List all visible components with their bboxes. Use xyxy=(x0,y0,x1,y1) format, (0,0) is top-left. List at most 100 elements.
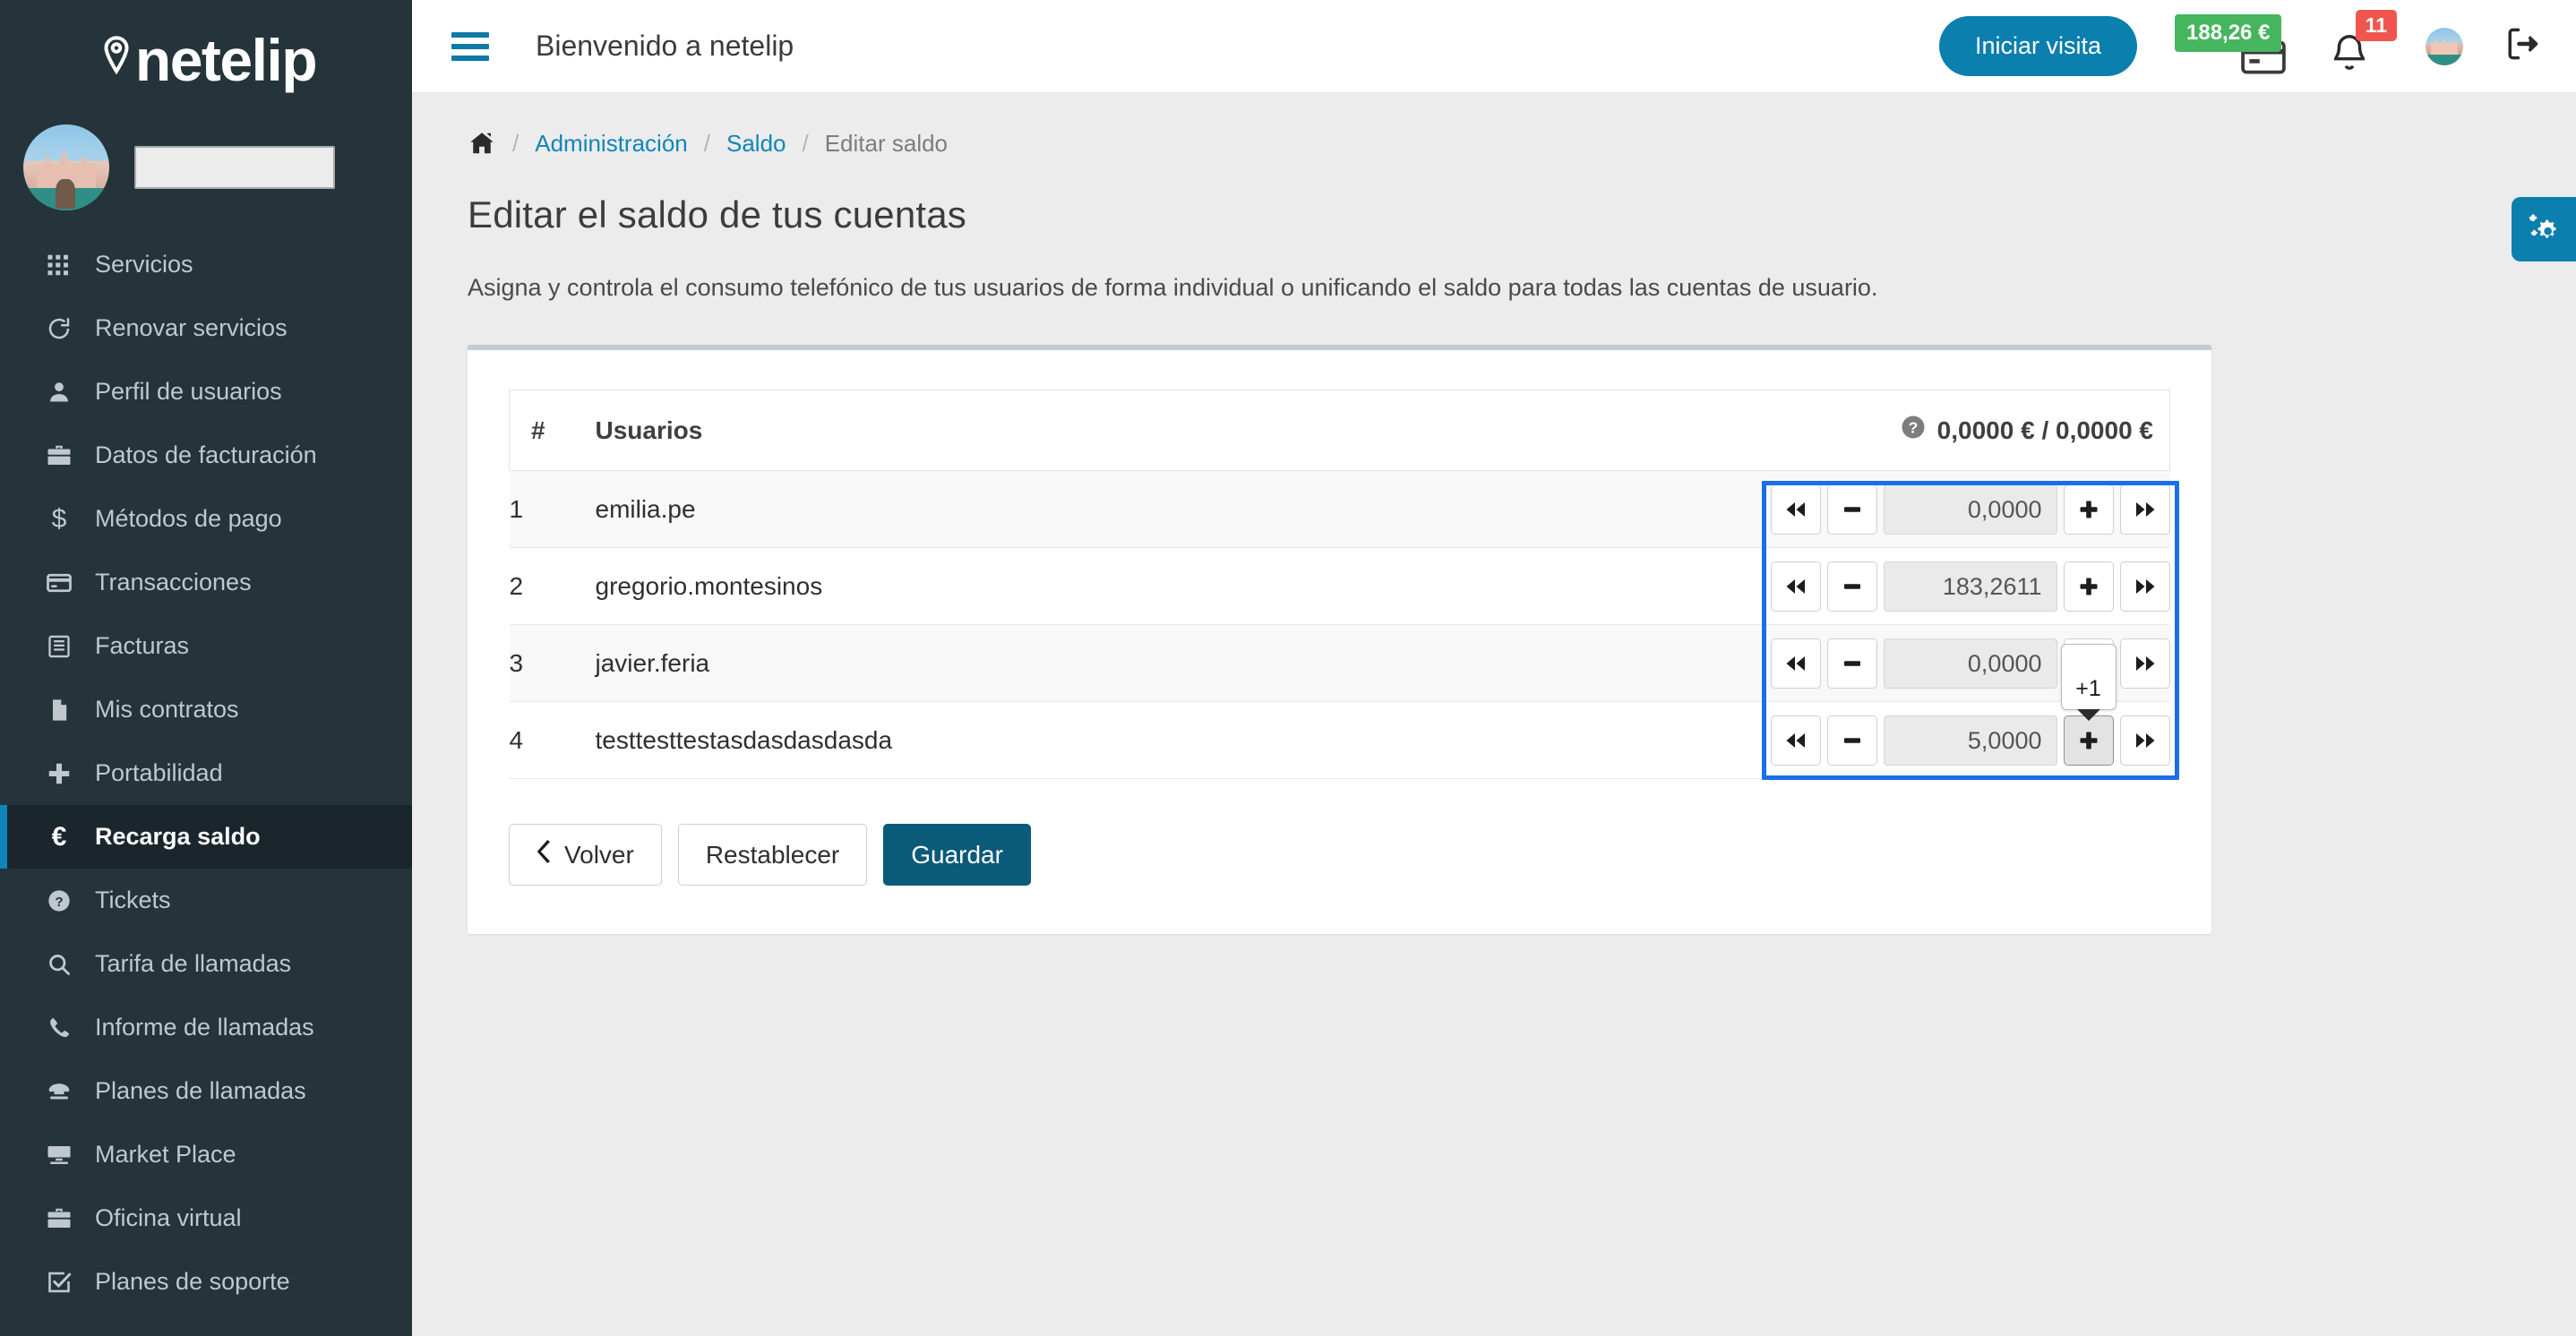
page-welcome-title: Bienvenido a netelip xyxy=(536,30,794,62)
fast-backward-icon[interactable] xyxy=(1770,638,1821,689)
brand-logo[interactable]: netelip xyxy=(0,0,412,115)
sidebar-item-label: Servicios xyxy=(95,251,193,278)
row-username: javier.feria xyxy=(595,624,1330,702)
sidebar-item-metodos-de-pago[interactable]: $ Métodos de pago xyxy=(0,487,412,551)
cogs-icon[interactable] xyxy=(2512,197,2576,261)
balance-input[interactable]: 183,2611 xyxy=(1883,561,2057,612)
plus-icon[interactable] xyxy=(2063,715,2114,766)
question-circle-icon[interactable]: ? xyxy=(1900,414,1927,447)
search-icon xyxy=(39,952,79,977)
balance-spinner: 183,2611 xyxy=(1770,561,2170,612)
table-row: 4 testtesttestasdasdasdasda 5,0000 xyxy=(509,701,2170,779)
search-input[interactable] xyxy=(134,146,335,189)
sidebar-item-transacciones[interactable]: Transacciones xyxy=(0,551,412,614)
sidebar-item-servicios[interactable]: Servicios xyxy=(0,233,412,296)
breadcrumb: / Administración / Saldo / Editar saldo xyxy=(412,93,2576,158)
balance-input[interactable]: 0,0000 xyxy=(1883,484,2057,535)
plus-icon[interactable] xyxy=(2063,561,2114,612)
balance-input[interactable]: 5,0000 xyxy=(1883,715,2057,766)
topbar-actions: Iniciar visita 188,26 € 11 xyxy=(1938,9,2542,79)
balance-spinner: 0,0000 xyxy=(1770,484,2170,535)
table-row: 1 emilia.pe 0,0000 xyxy=(509,470,2170,548)
logout-icon[interactable] xyxy=(2503,24,2542,68)
increment-tooltip: +1 xyxy=(2060,643,2117,710)
sidebar-item-label: Transacciones xyxy=(95,569,252,595)
sidebar-item-facturas[interactable]: Facturas xyxy=(0,614,412,678)
fast-forward-icon[interactable] xyxy=(2119,484,2170,535)
app-root: netelip Servicios Renovar servicios Perf… xyxy=(0,0,2576,1336)
sidebar-item-planes-de-llamadas[interactable]: Planes de llamadas xyxy=(0,1059,412,1123)
row-index: 2 xyxy=(509,547,596,625)
avatar[interactable] xyxy=(23,124,109,210)
minus-icon[interactable] xyxy=(1826,484,1877,535)
user-icon xyxy=(39,380,79,405)
balance-indicator[interactable]: 188,26 € xyxy=(2175,13,2286,79)
sidebar-item-mis-contratos[interactable]: Mis contratos xyxy=(0,678,412,741)
sidebar-item-label: Planes de llamadas xyxy=(95,1077,306,1104)
sidebar-item-label: Planes de soporte xyxy=(95,1268,290,1295)
row-index: 4 xyxy=(509,701,596,779)
save-button[interactable]: Guardar xyxy=(883,824,1031,886)
breadcrumb-item-saldo[interactable]: Saldo xyxy=(726,130,786,158)
back-button-label: Volver xyxy=(564,840,634,869)
sidebar-item-market-place[interactable]: Market Place xyxy=(0,1123,412,1186)
notifications-button[interactable]: 11 xyxy=(2329,9,2397,78)
table-body: 1 emilia.pe 0,0000 2 gregorio.montesinos… xyxy=(509,470,2170,779)
iniciar-visita-button[interactable]: Iniciar visita xyxy=(1938,16,2137,76)
plus-icon xyxy=(39,760,79,787)
breadcrumb-separator: / xyxy=(512,129,519,157)
minus-icon[interactable] xyxy=(1826,715,1877,766)
hamburger-icon[interactable] xyxy=(451,31,489,61)
sidebar-item-perfil-de-usuarios[interactable]: Perfil de usuarios xyxy=(0,360,412,424)
fast-backward-icon[interactable] xyxy=(1770,484,1821,535)
telephone-icon xyxy=(39,1078,79,1105)
column-header-total: ? 0,0000 € / 0,0000 € xyxy=(1329,390,2170,471)
document-icon xyxy=(39,698,79,723)
table-header-row: # Usuarios ? 0,0000 € / 0,0000 € xyxy=(509,390,2170,471)
sidebar-item-label: Oficina virtual xyxy=(95,1204,242,1231)
location-pin-icon xyxy=(104,35,129,74)
balance-spinner: 5,0000 xyxy=(1770,715,2170,766)
phone-icon xyxy=(39,1015,79,1041)
reset-button[interactable]: Restablecer xyxy=(677,824,868,886)
back-button[interactable]: Volver xyxy=(509,824,662,886)
balance-amount: 188,26 € xyxy=(2175,13,2282,52)
dollar-icon: $ xyxy=(51,503,67,534)
sidebar-item-label: Mis contratos xyxy=(95,696,239,723)
sidebar-item-informe-de-llamadas[interactable]: Informe de llamadas xyxy=(0,996,412,1059)
minus-icon[interactable] xyxy=(1826,638,1877,689)
fast-forward-icon[interactable] xyxy=(2119,638,2170,689)
home-icon[interactable] xyxy=(468,129,496,158)
sidebar-item-recarga-saldo[interactable]: € Recarga saldo xyxy=(0,805,412,869)
row-balance-controls: 183,2611 xyxy=(1329,547,2170,625)
sidebar-item-label: Informe de llamadas xyxy=(95,1014,314,1041)
sidebar-item-planes-de-soporte[interactable]: Planes de soporte xyxy=(0,1250,412,1314)
balance-input[interactable]: 0,0000 xyxy=(1883,638,2057,689)
sidebar-item-renovar-servicios[interactable]: Renovar servicios xyxy=(0,296,412,360)
fast-backward-icon[interactable] xyxy=(1770,715,1821,766)
row-balance-controls: 0,0000 xyxy=(1329,624,2170,702)
sidebar-item-oficina-virtual[interactable]: Oficina virtual xyxy=(0,1186,412,1250)
sidebar-item-datos-de-facturacion[interactable]: Datos de facturación xyxy=(0,424,412,487)
total-balance-value: 0,0000 € / 0,0000 € xyxy=(1936,415,2153,444)
sidebar-item-tarifa-de-llamadas[interactable]: Tarifa de llamadas xyxy=(0,932,412,996)
breadcrumb-item-editar-saldo: Editar saldo xyxy=(824,129,949,157)
sidebar-item-portabilidad[interactable]: Portabilidad xyxy=(0,741,412,805)
breadcrumb-separator: / xyxy=(703,129,710,157)
fast-forward-icon[interactable] xyxy=(2119,715,2170,766)
minus-icon[interactable] xyxy=(1826,561,1877,612)
avatar[interactable] xyxy=(2426,27,2463,65)
sidebar-item-tickets[interactable]: ? Tickets xyxy=(0,869,412,932)
sidebar-item-label: Renovar servicios xyxy=(95,314,288,341)
row-balance-controls: 0,0000 xyxy=(1329,470,2170,548)
column-header-index: # xyxy=(509,390,596,471)
plus-icon[interactable] xyxy=(2063,484,2114,535)
fast-forward-icon[interactable] xyxy=(2119,561,2170,612)
page-subtitle: Asigna y controla el consumo telefónico … xyxy=(468,274,1878,301)
page-title: Editar el saldo de tus cuentas xyxy=(468,193,967,236)
fast-backward-icon[interactable] xyxy=(1770,561,1821,612)
form-actions: Volver Restablecer Guardar xyxy=(509,824,2170,886)
breadcrumb-item-administracion[interactable]: Administración xyxy=(535,130,688,158)
brand-name: netelip xyxy=(134,26,318,93)
main-area: Bienvenido a netelip Iniciar visita 188,… xyxy=(412,0,2576,1336)
